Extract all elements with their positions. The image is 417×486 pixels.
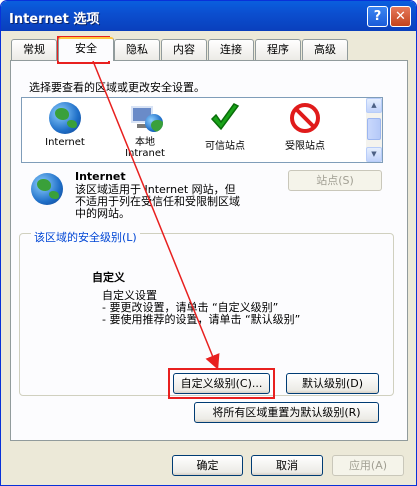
internet-options-window: Internet 选项 ? ✕ 常规 安全 隐私 内容 连接 程序 高级 选择要… <box>0 0 417 486</box>
annotation-arrow-icon <box>92 60 220 370</box>
tab-security[interactable]: 安全 <box>58 37 114 61</box>
